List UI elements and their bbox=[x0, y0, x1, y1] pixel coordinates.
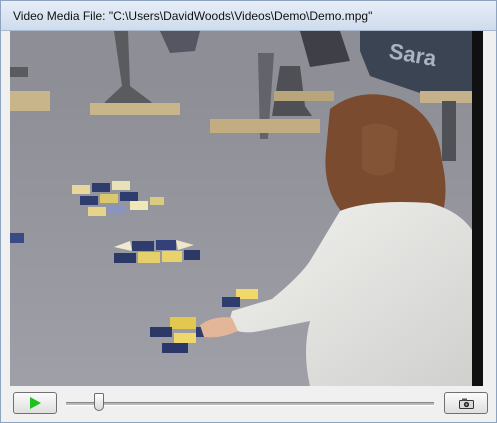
play-icon bbox=[30, 397, 41, 409]
seek-track[interactable] bbox=[66, 402, 434, 406]
video-frame[interactable]: Sara bbox=[10, 31, 483, 386]
media-window: Video Media File: "C:\Users\DavidWoods\V… bbox=[0, 0, 497, 423]
title-bar: Video Media File: "C:\Users\DavidWoods\V… bbox=[1, 1, 496, 31]
window-title: Video Media File: "C:\Users\DavidWoods\V… bbox=[13, 9, 373, 23]
play-button[interactable] bbox=[13, 392, 57, 414]
camera-icon bbox=[459, 398, 474, 409]
seek-thumb[interactable] bbox=[94, 393, 105, 411]
playback-controls bbox=[1, 388, 496, 422]
snapshot-button[interactable] bbox=[444, 392, 488, 414]
video-image: Sara bbox=[10, 31, 483, 386]
